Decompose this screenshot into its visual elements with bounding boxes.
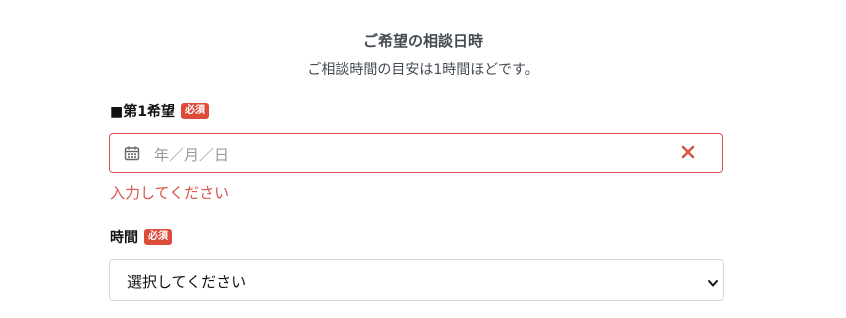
first-choice-label-text: ■第1希望 <box>110 104 175 120</box>
date-placeholder: 年／月／日 <box>154 146 230 164</box>
time-label-text: 時間 <box>110 230 138 246</box>
section-subtitle: ご相談時間の目安は1時間ほどです。 <box>307 62 539 78</box>
date-input[interactable]: 年／月／日 <box>109 133 723 173</box>
date-error-message: 入力してください <box>110 184 230 202</box>
section-title: ご希望の相談日時 <box>362 32 483 50</box>
chevron-down-icon <box>707 274 719 287</box>
time-label: 時間 必須 <box>110 227 172 247</box>
calendar-icon <box>124 145 140 161</box>
required-badge: 必須 <box>180 103 209 119</box>
time-select-value: 選択してください <box>127 273 247 291</box>
close-icon[interactable] <box>680 144 696 160</box>
first-choice-label: ■第1希望 必須 <box>110 101 209 121</box>
required-badge: 必須 <box>144 229 172 245</box>
time-select[interactable]: 選択してください <box>109 259 724 301</box>
